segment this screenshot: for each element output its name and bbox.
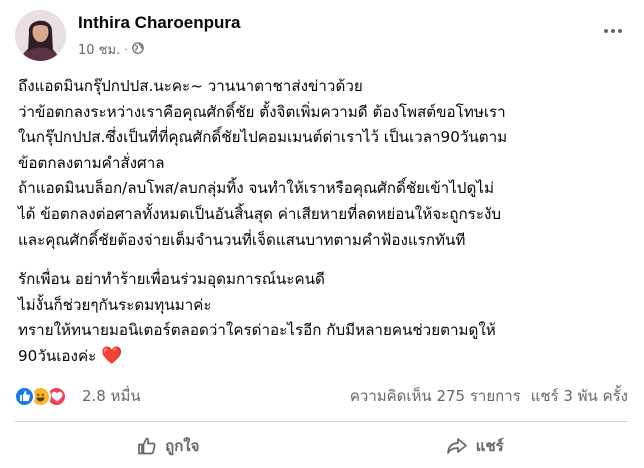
post-line: ว่าข้อตกลงระหว่างเราคือคุณศักดิ์ชัย ตั้ง… [18, 102, 506, 121]
thumbs-up-icon [138, 437, 156, 455]
heart-emoji: ❤️ [101, 345, 123, 366]
reactions-summary[interactable] [14, 385, 67, 407]
post-line: ถ้าแอดมินบล็อก/ลบโพส/ลบกลุ่มทิ้ง จนทำให้… [18, 179, 494, 198]
post-stats: 2.8 หมื่น ความคิดเห็น 275 รายการ แชร์ 3 … [14, 383, 628, 409]
globe-icon [131, 41, 144, 58]
post-timestamp[interactable]: 10 ชม. [78, 39, 120, 60]
post-meta: 10 ชม. · [78, 39, 144, 60]
reaction-count[interactable]: 2.8 หมื่น [82, 385, 141, 407]
share-label: แชร์ [475, 437, 504, 455]
post-line: ในกรุ๊ปกปปส.ซึ่งเป็นที่ที่คุณศักดิ์ชัยไป… [18, 128, 508, 147]
post-line: ได้ ข้อตกลงต่อศาลทั้งหมดเป็นอันสิ้นสุด ค… [18, 204, 502, 223]
post-line: ถึงแอดมินกรุ๊ปกปปส.นะคะ~ วานนาตาชาส่งข่า… [18, 77, 363, 95]
avatar[interactable] [15, 10, 66, 61]
like-button[interactable]: ถูกใจ [15, 428, 322, 464]
more-horizontal-icon [604, 29, 622, 33]
engagement-counts: ความคิดเห็น 275 รายการ แชร์ 3 พัน ครั้ง [350, 385, 628, 407]
post-line: รักเพื่อน อย่าทำร้ายเพื่อนร่วมอุดมการณ์น… [18, 270, 325, 289]
post-line: และคุณศักดิ์ชัยต้องจ่ายเต็มจำนวนที่เจ็ดแ… [18, 230, 466, 249]
action-bar: ถูกใจ แชร์ [15, 428, 628, 464]
post-text: ถึงแอดมินกรุ๊ปกปปส.นะคะ~ วานนาตาชาส่งข่า… [18, 74, 628, 370]
post-header: Inthira Charoenpura 10 ชม. · [15, 10, 629, 62]
post-line: ทรายให้ทนายมอนิเตอร์ตลอดว่าใครด่าอะไรอีก… [18, 321, 496, 340]
like-label: ถูกใจ [165, 437, 200, 455]
shares-count[interactable]: แชร์ 3 พัน ครั้ง [531, 385, 628, 407]
divider [15, 421, 628, 422]
share-arrow-icon [446, 438, 467, 454]
post-line-last: 90วันเองค่ะ ❤️ [18, 344, 628, 370]
author-name[interactable]: Inthira Charoenpura [78, 13, 240, 33]
post-line: ไม่งั้นก็ช่วยๆกันระดมทุนมาค่ะ [18, 295, 212, 314]
post-line: ข้อตกลงตามคำสั่งศาล [18, 153, 165, 172]
share-button[interactable]: แชร์ [322, 428, 629, 464]
meta-separator: · [124, 43, 128, 56]
post-line-text: 90วันเองค่ะ [18, 346, 97, 365]
comments-count[interactable]: ความคิดเห็น 275 รายการ [350, 385, 521, 407]
more-options-button[interactable] [599, 20, 627, 42]
post-card: Inthira Charoenpura 10 ชม. · ถึงแอดมินกร… [0, 0, 644, 468]
like-reaction-icon [14, 385, 35, 407]
